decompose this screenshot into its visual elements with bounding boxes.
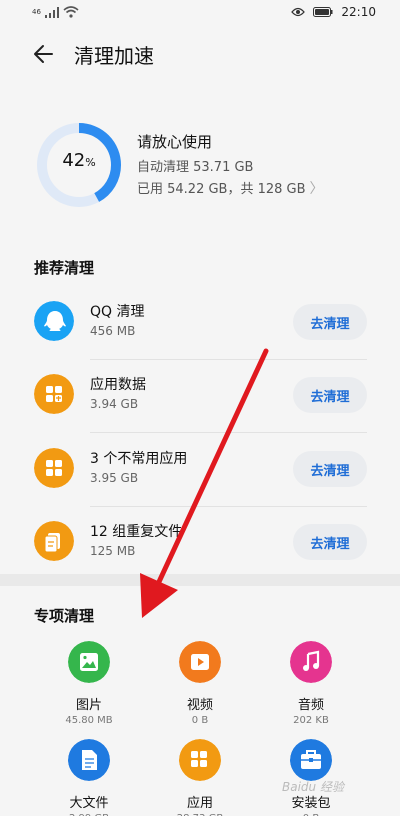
recommended-heading: 推荐清理: [34, 259, 95, 277]
package-icon: [290, 739, 332, 781]
special-item-label: 视频: [186, 698, 213, 713]
status-right: 22:10: [291, 5, 376, 19]
special-item-label: 音频: [297, 698, 324, 713]
image-icon: [68, 641, 110, 683]
storage-percent-unit: %: [85, 156, 96, 169]
item-size: 125 MB: [90, 544, 136, 558]
qq-icon: [34, 301, 74, 341]
network-type: 46: [32, 8, 41, 16]
row-divider: [90, 432, 367, 433]
watermark: Baidu 经验: [282, 780, 344, 794]
item-name: 应用数据: [90, 377, 146, 393]
special-item-size: 0 B: [191, 715, 209, 726]
storage-headline: 请放心使用: [137, 133, 213, 151]
storage-percent-value: 42: [62, 150, 86, 171]
document-icon: [68, 739, 110, 781]
recommended-item: 3 个不常用应用 3.95 GB 去清理: [0, 438, 400, 512]
storage-used-link[interactable]: 已用 54.22 GB，共 128 GB 〉: [137, 178, 324, 198]
special-item[interactable]: 视频 0 B: [140, 641, 260, 726]
duplicate-files-icon: [34, 521, 74, 561]
signal-icon: [44, 6, 59, 18]
auto-clean-info: 自动清理 53.71 GB: [137, 160, 254, 175]
status-left: 46: [32, 6, 79, 18]
recommended-item: QQ 清理 456 MB 去清理: [0, 291, 400, 365]
music-icon: [290, 641, 332, 683]
cleanup-page: 46 22:10 清理加速 42% 请放心使用 自动清理 53.71 GB 已用…: [0, 0, 400, 816]
special-item-size: 202 KB: [293, 715, 329, 726]
storage-used-info: 已用 54.22 GB，共 128 GB: [137, 182, 306, 197]
app-data-icon: [34, 374, 74, 414]
back-arrow-icon[interactable]: [28, 38, 60, 70]
battery-icon: [313, 7, 333, 17]
title-bar: 清理加速: [0, 30, 400, 76]
special-item[interactable]: 大文件2.99 GB: [29, 739, 149, 816]
special-item-label: 图片: [75, 698, 102, 713]
chevron-right-icon: 〉: [309, 181, 324, 197]
eye-icon: [291, 7, 306, 17]
clean-button[interactable]: 去清理: [293, 377, 367, 413]
special-item-label: 应用: [186, 796, 213, 811]
apps-icon: [34, 448, 74, 488]
item-name: 12 组重复文件: [90, 524, 183, 540]
section-divider: [0, 574, 400, 586]
page-title: 清理加速: [74, 44, 154, 68]
storage-percent: 42%: [36, 150, 122, 171]
row-divider: [90, 506, 367, 507]
special-item[interactable]: 图片 45.80 MB: [29, 641, 149, 726]
recommended-item: 应用数据 3.94 GB 去清理: [0, 364, 400, 438]
special-item[interactable]: 音频 202 KB: [251, 641, 371, 726]
clean-button[interactable]: 去清理: [293, 524, 367, 560]
apps-icon: [179, 739, 221, 781]
status-bar: 46 22:10: [0, 0, 400, 26]
item-name: QQ 清理: [90, 304, 145, 320]
special-heading: 专项清理: [34, 607, 95, 625]
video-icon: [179, 641, 221, 683]
row-divider: [90, 359, 367, 360]
special-item[interactable]: 应用28.73 GB: [140, 739, 260, 816]
special-item-label: 大文件: [69, 796, 109, 811]
clean-button[interactable]: 去清理: [293, 304, 367, 340]
item-size: 3.95 GB: [90, 471, 139, 485]
clean-button[interactable]: 去清理: [293, 451, 367, 487]
item-size: 3.94 GB: [90, 397, 139, 411]
special-item-size: 45.80 MB: [65, 715, 113, 726]
clock: 22:10: [341, 5, 376, 19]
wifi-icon: [63, 6, 79, 18]
item-name: 3 个不常用应用: [90, 451, 188, 467]
item-size: 456 MB: [90, 324, 136, 338]
